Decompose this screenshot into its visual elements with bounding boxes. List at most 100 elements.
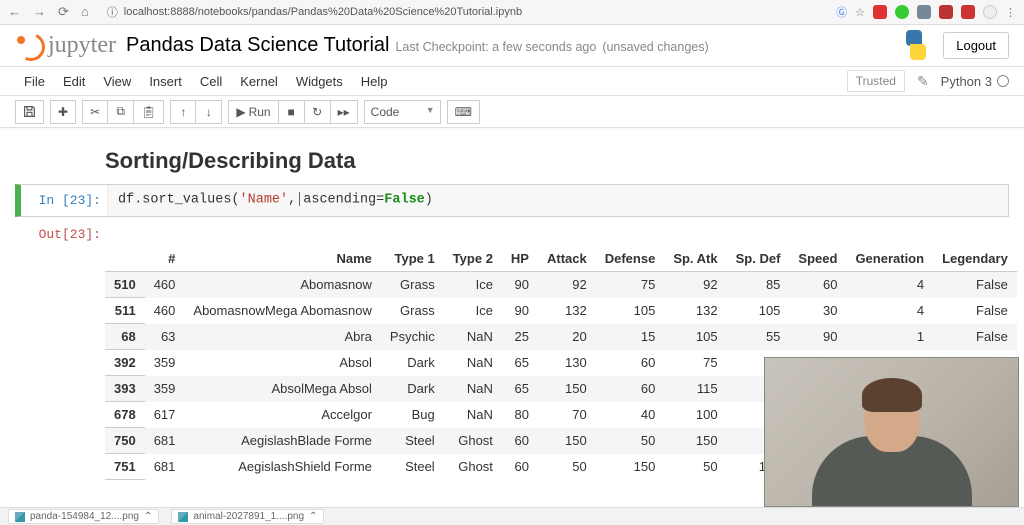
menu-widgets[interactable]: Widgets	[287, 70, 352, 93]
table-cell: 15	[596, 324, 665, 350]
ext5-icon[interactable]	[961, 5, 975, 19]
menu-edit[interactable]: Edit	[54, 70, 94, 93]
table-cell: 105	[664, 324, 726, 350]
menu-insert[interactable]: Insert	[140, 70, 191, 93]
kernel-indicator[interactable]: Python 3	[941, 74, 1009, 89]
download-item[interactable]: animal-2027891_1....png⌃	[171, 509, 324, 524]
edit-icon[interactable]: ✎	[911, 73, 935, 90]
info-icon: ⓘ	[107, 4, 118, 20]
url-bar[interactable]: ⓘ localhost:8888/notebooks/pandas/Pandas…	[99, 2, 826, 22]
table-row: 511460AbomasnowMega AbomasnowGrassIce901…	[105, 298, 1017, 324]
logout-button[interactable]: Logout	[943, 32, 1009, 59]
menu-cell[interactable]: Cell	[191, 70, 231, 93]
table-cell: Psychic	[381, 324, 444, 350]
save-button[interactable]	[15, 100, 44, 124]
table-cell: 460	[145, 272, 185, 298]
add-cell-button[interactable]: ✚	[50, 100, 76, 124]
search-engine-icon[interactable]: Ⓖ	[836, 4, 847, 20]
table-cell: 75	[596, 272, 665, 298]
table-cell: 60	[789, 272, 846, 298]
table-cell: NaN	[444, 376, 502, 402]
in-prompt: In [23]:	[21, 185, 107, 216]
row-index: 751	[105, 454, 145, 480]
ext3-icon[interactable]	[917, 5, 931, 19]
jupyter-logo[interactable]: jupyter	[15, 31, 116, 59]
table-cell: Dark	[381, 376, 444, 402]
text-cursor-icon	[299, 192, 300, 206]
code-input[interactable]: df.sort_values('Name',ascending=False)	[107, 185, 1008, 216]
row-index: 393	[105, 376, 145, 402]
home-icon[interactable]: ⌂	[81, 4, 89, 20]
column-header: #	[145, 246, 185, 272]
table-cell: Grass	[381, 272, 444, 298]
restart-run-all-button[interactable]: ▸▸	[331, 100, 358, 124]
table-cell: 150	[596, 454, 665, 480]
download-item[interactable]: panda-154984_12....png⌃	[8, 509, 159, 524]
column-header: HP	[502, 246, 538, 272]
column-header: Generation	[846, 246, 933, 272]
table-cell: 132	[664, 298, 726, 324]
cell-type-select[interactable]: Code	[364, 100, 441, 124]
command-palette-button[interactable]: ⌨	[447, 100, 480, 124]
url-text: localhost:8888/notebooks/pandas/Pandas%2…	[124, 6, 522, 18]
row-index: 68	[105, 324, 145, 350]
table-cell: False	[933, 272, 1017, 298]
section-heading: Sorting/Describing Data	[105, 148, 1009, 174]
table-cell: 60	[596, 376, 665, 402]
table-cell: AbomasnowMega Abomasnow	[184, 298, 381, 324]
ext4-icon[interactable]	[939, 5, 953, 19]
table-cell: 60	[502, 428, 538, 454]
interrupt-button[interactable]: ■	[279, 100, 305, 124]
menu-kernel[interactable]: Kernel	[231, 70, 287, 93]
copy-button[interactable]: ⧉	[108, 100, 134, 124]
ext1-icon[interactable]	[873, 5, 887, 19]
table-cell: False	[933, 324, 1017, 350]
ext2-icon[interactable]	[895, 5, 909, 19]
reload-icon[interactable]: ⟳	[58, 4, 69, 20]
forward-icon[interactable]: →	[33, 4, 46, 20]
table-cell: 20	[538, 324, 596, 350]
trusted-badge[interactable]: Trusted	[847, 70, 905, 92]
menu-file[interactable]: File	[15, 70, 54, 93]
cut-button[interactable]: ✂	[82, 100, 108, 124]
kernel-status-icon	[997, 75, 1009, 87]
back-icon[interactable]: ←	[8, 4, 21, 20]
paste-button[interactable]: 📋︎	[134, 100, 164, 124]
row-index: 750	[105, 428, 145, 454]
table-cell: 359	[145, 376, 185, 402]
menu-view[interactable]: View	[94, 70, 140, 93]
table-cell: AegislashShield Forme	[184, 454, 381, 480]
code-cell[interactable]: In [23]: df.sort_values('Name',ascending…	[15, 184, 1009, 217]
avatar-icon[interactable]	[983, 5, 997, 19]
out-prompt: Out[23]:	[15, 217, 107, 246]
column-header: Type 2	[444, 246, 502, 272]
column-header: Speed	[789, 246, 846, 272]
table-cell: Dark	[381, 350, 444, 376]
column-header: Legendary	[933, 246, 1017, 272]
table-cell: 115	[664, 376, 726, 402]
table-row: 510460AbomasnowGrassIce9092759285604Fals…	[105, 272, 1017, 298]
table-cell: 1	[846, 324, 933, 350]
markdown-cell[interactable]: Sorting/Describing Data	[15, 138, 1009, 184]
table-cell: Abomasnow	[184, 272, 381, 298]
table-cell: NaN	[444, 324, 502, 350]
jupyter-logo-icon	[15, 31, 43, 59]
menu-icon[interactable]: ⋮	[1005, 6, 1016, 19]
table-cell: 100	[664, 402, 726, 428]
move-up-button[interactable]: ↑	[170, 100, 196, 124]
table-cell: Ghost	[444, 428, 502, 454]
star-icon[interactable]: ☆	[855, 6, 865, 19]
move-down-button[interactable]: ↓	[196, 100, 222, 124]
restart-button[interactable]: ↻	[305, 100, 331, 124]
run-button[interactable]: ▶Run	[228, 100, 278, 124]
table-cell: 50	[664, 454, 726, 480]
table-cell: 50	[538, 454, 596, 480]
notebook-title[interactable]: Pandas Data Science Tutorial	[126, 34, 390, 57]
table-cell: Bug	[381, 402, 444, 428]
menu-help[interactable]: Help	[352, 70, 397, 93]
table-cell: Grass	[381, 298, 444, 324]
table-cell: 681	[145, 428, 185, 454]
table-cell: 85	[727, 272, 790, 298]
table-cell: 150	[538, 376, 596, 402]
table-cell: 105	[727, 298, 790, 324]
